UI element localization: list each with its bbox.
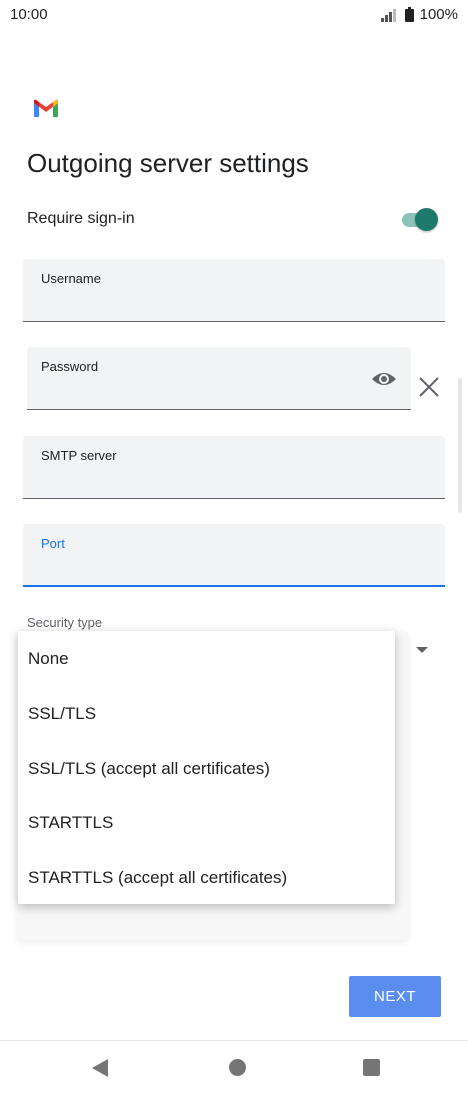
menu-item-ssl-tls[interactable]: SSL/TLS: [28, 704, 96, 724]
menu-item-starttls-accept-all[interactable]: STARTTLS (accept all certificates): [28, 868, 287, 888]
port-field[interactable]: Port: [23, 524, 445, 587]
port-label: Port: [41, 536, 65, 551]
menu-item-starttls[interactable]: STARTTLS: [28, 813, 113, 833]
page-title: Outgoing server settings: [27, 148, 309, 178]
home-icon[interactable]: [229, 1059, 246, 1076]
signal-icon: [380, 8, 399, 22]
require-signin-toggle[interactable]: [400, 208, 440, 232]
security-type-menu: None SSL/TLS SSL/TLS (accept all certifi…: [18, 631, 395, 904]
username-label: Username: [41, 271, 101, 286]
recents-icon[interactable]: [363, 1059, 380, 1076]
back-icon[interactable]: [92, 1059, 108, 1077]
battery-icon: [404, 7, 414, 22]
security-type-label: Security type: [27, 615, 103, 630]
smtp-server-field[interactable]: SMTP server: [23, 436, 445, 499]
gmail-logo-icon: [33, 99, 59, 119]
smtp-server-label: SMTP server: [41, 448, 117, 463]
password-field[interactable]: Password: [27, 347, 411, 410]
require-signin-label: Require sign-in: [27, 210, 135, 227]
toggle-thumb: [415, 208, 438, 231]
menu-item-ssl-tls-accept-all[interactable]: SSL/TLS (accept all certificates): [28, 759, 270, 779]
next-button[interactable]: NEXT: [349, 976, 441, 1017]
status-time: 10:00: [10, 6, 48, 23]
eye-icon[interactable]: [371, 369, 397, 389]
scrollbar[interactable]: [458, 378, 462, 513]
navigation-bar: [0, 1040, 468, 1093]
battery-percent: 100%: [419, 6, 458, 23]
status-icons: 100%: [380, 6, 458, 23]
username-field[interactable]: Username: [23, 259, 445, 322]
menu-item-none[interactable]: None: [28, 649, 69, 669]
password-label: Password: [41, 359, 99, 374]
close-icon[interactable]: [418, 376, 440, 398]
dropdown-arrow-icon[interactable]: [416, 647, 428, 653]
status-bar: 10:00 100%: [0, 0, 468, 30]
